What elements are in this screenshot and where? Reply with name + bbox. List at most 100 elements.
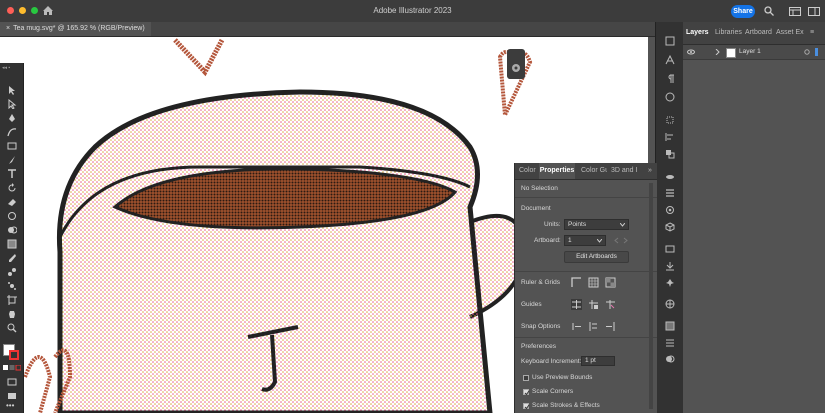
scale-strokes-checkbox[interactable] bbox=[523, 403, 530, 410]
transparency-grid-icon[interactable] bbox=[605, 277, 616, 288]
shape-builder-tool-icon[interactable] bbox=[7, 225, 17, 235]
tab-3d-and-materials[interactable]: 3D and I bbox=[611, 163, 637, 179]
color-guide-panel-icon[interactable] bbox=[665, 299, 675, 309]
pen-tool-icon[interactable] bbox=[7, 113, 17, 123]
target-circle-icon[interactable] bbox=[804, 49, 810, 55]
tab-asset-export[interactable]: Asset Ex bbox=[776, 22, 804, 44]
brushes-panel-icon[interactable] bbox=[665, 172, 675, 182]
warp-tool-icon[interactable] bbox=[7, 211, 17, 221]
snap-to-point-icon[interactable] bbox=[571, 321, 582, 332]
snap-to-glyph-icon[interactable] bbox=[605, 321, 616, 332]
floating-tool-widget[interactable] bbox=[507, 49, 525, 79]
rotate-tool-icon[interactable] bbox=[7, 183, 17, 193]
tab-color[interactable]: Color bbox=[519, 163, 536, 179]
share-button[interactable]: Share bbox=[731, 5, 755, 18]
transform-panel-icon[interactable] bbox=[665, 115, 675, 125]
layer-name[interactable]: Layer 1 bbox=[739, 48, 761, 55]
blend-tool-icon[interactable] bbox=[7, 267, 17, 277]
grid-icon[interactable] bbox=[588, 277, 599, 288]
selection-tool-icon[interactable] bbox=[7, 85, 17, 95]
layer-row[interactable]: Layer 1 bbox=[683, 45, 825, 60]
tools-panel: ◂◂ ▪ ••• bbox=[0, 63, 24, 413]
document-tab-label: Tea mug.svg* @ 165.92 % (RGB/Preview) bbox=[13, 25, 145, 32]
divider bbox=[515, 271, 657, 272]
eye-visibility-icon[interactable] bbox=[687, 49, 695, 55]
panel-scrollbar[interactable] bbox=[649, 183, 653, 409]
units-dropdown[interactable]: Points bbox=[564, 219, 629, 230]
search-icon[interactable] bbox=[764, 6, 774, 16]
scale-corners-label: Scale Corners bbox=[532, 388, 574, 395]
draw-mode-icon[interactable] bbox=[7, 377, 17, 387]
artboard-tool-icon[interactable] bbox=[7, 295, 17, 305]
gradient-panel-icon[interactable] bbox=[665, 321, 675, 331]
use-preview-bounds-checkbox[interactable] bbox=[523, 375, 529, 381]
stroke-panel-icon[interactable] bbox=[665, 188, 675, 198]
direct-selection-tool-icon[interactable] bbox=[7, 99, 17, 109]
units-label: Units: bbox=[544, 221, 561, 228]
paragraph-panel-icon[interactable] bbox=[665, 74, 675, 84]
artboard-value: 1 bbox=[568, 237, 572, 244]
gradient-tool-icon[interactable] bbox=[7, 239, 17, 249]
lock-guides-icon[interactable] bbox=[588, 299, 599, 310]
pathfinder-panel-icon[interactable] bbox=[665, 149, 675, 159]
tab-libraries[interactable]: Libraries bbox=[715, 22, 742, 44]
title-bar: Adobe Illustrator 2023 Share bbox=[0, 0, 825, 23]
arrange-documents-icon[interactable] bbox=[789, 7, 801, 16]
eraser-tool-icon[interactable] bbox=[7, 197, 17, 207]
tab-properties[interactable]: Properties bbox=[539, 163, 575, 179]
more-tools-icon[interactable]: ••• bbox=[6, 401, 14, 410]
tab-color-guide[interactable]: Color Gu bbox=[581, 163, 607, 179]
symbols-panel-icon[interactable] bbox=[665, 278, 675, 288]
layer-color-indicator bbox=[815, 48, 818, 56]
preferences-heading: Preferences bbox=[521, 343, 557, 350]
scale-corners-checkbox[interactable] bbox=[523, 389, 530, 396]
document-tab-close[interactable]: × bbox=[6, 25, 10, 32]
next-artboard-icon[interactable] bbox=[623, 237, 628, 244]
guides-label: Guides bbox=[521, 301, 542, 308]
character-panel-icon[interactable] bbox=[665, 55, 675, 65]
opentype-panel-icon[interactable] bbox=[665, 92, 675, 102]
3d-panel-icon[interactable] bbox=[665, 222, 675, 232]
paintbrush-tool-icon[interactable] bbox=[7, 155, 17, 165]
artboards-panel-icon[interactable] bbox=[665, 244, 675, 254]
snap-to-pixel-icon[interactable] bbox=[588, 321, 599, 332]
screen-mode-icon[interactable] bbox=[7, 391, 17, 401]
stroke-color-swatch[interactable] bbox=[9, 350, 19, 360]
collapse-panel-button[interactable]: » bbox=[648, 163, 652, 179]
ruler-icon[interactable] bbox=[571, 277, 582, 288]
panel-menu-icon[interactable]: ≡ bbox=[810, 22, 814, 44]
divider bbox=[515, 197, 657, 198]
align-panel-icon[interactable] bbox=[665, 132, 675, 142]
toolbar-grip[interactable]: ◂◂ ▪ bbox=[2, 65, 21, 71]
show-guides-icon[interactable] bbox=[571, 299, 582, 310]
checkmark-icon bbox=[524, 404, 530, 410]
artboard-dropdown[interactable]: 1 bbox=[564, 235, 606, 246]
eyedropper-tool-icon[interactable] bbox=[7, 253, 17, 263]
appearance-panel-icon[interactable] bbox=[665, 205, 675, 215]
type-tool-icon[interactable] bbox=[7, 169, 17, 179]
hand-tool-icon[interactable] bbox=[7, 309, 17, 319]
expand-chevron-icon[interactable] bbox=[715, 49, 720, 55]
properties-panel-icon[interactable] bbox=[665, 36, 675, 46]
keyboard-increment-input[interactable]: 1 pt bbox=[581, 356, 615, 366]
previous-artboard-icon[interactable] bbox=[614, 237, 619, 244]
transparency-panel-icon[interactable] bbox=[665, 354, 675, 364]
tab-layers[interactable]: Layers bbox=[686, 22, 709, 44]
chevron-down-icon bbox=[620, 223, 625, 227]
gear-icon bbox=[512, 64, 520, 72]
ruler-grids-label: Ruler & Grids bbox=[521, 279, 561, 286]
color-mode-icons[interactable] bbox=[3, 365, 21, 371]
rectangle-tool-icon[interactable] bbox=[7, 141, 17, 151]
edit-artboards-button[interactable]: Edit Artboards bbox=[564, 251, 629, 263]
swatches-panel-icon[interactable] bbox=[665, 338, 675, 348]
asset-export-panel-icon[interactable] bbox=[665, 261, 675, 271]
zoom-tool-icon[interactable] bbox=[7, 323, 17, 333]
symbol-sprayer-tool-icon[interactable] bbox=[7, 281, 17, 291]
smart-guides-icon[interactable] bbox=[605, 299, 616, 310]
document-tab[interactable]: × Tea mug.svg* @ 165.92 % (RGB/Preview) bbox=[0, 22, 151, 36]
tab-artboards[interactable]: Artboard bbox=[745, 22, 772, 44]
checkmark-icon bbox=[524, 390, 530, 396]
curvature-tool-icon[interactable] bbox=[7, 127, 17, 137]
document-tab-bar: × Tea mug.svg* @ 165.92 % (RGB/Preview) bbox=[0, 22, 655, 37]
workspace-switcher-icon[interactable] bbox=[808, 7, 820, 16]
